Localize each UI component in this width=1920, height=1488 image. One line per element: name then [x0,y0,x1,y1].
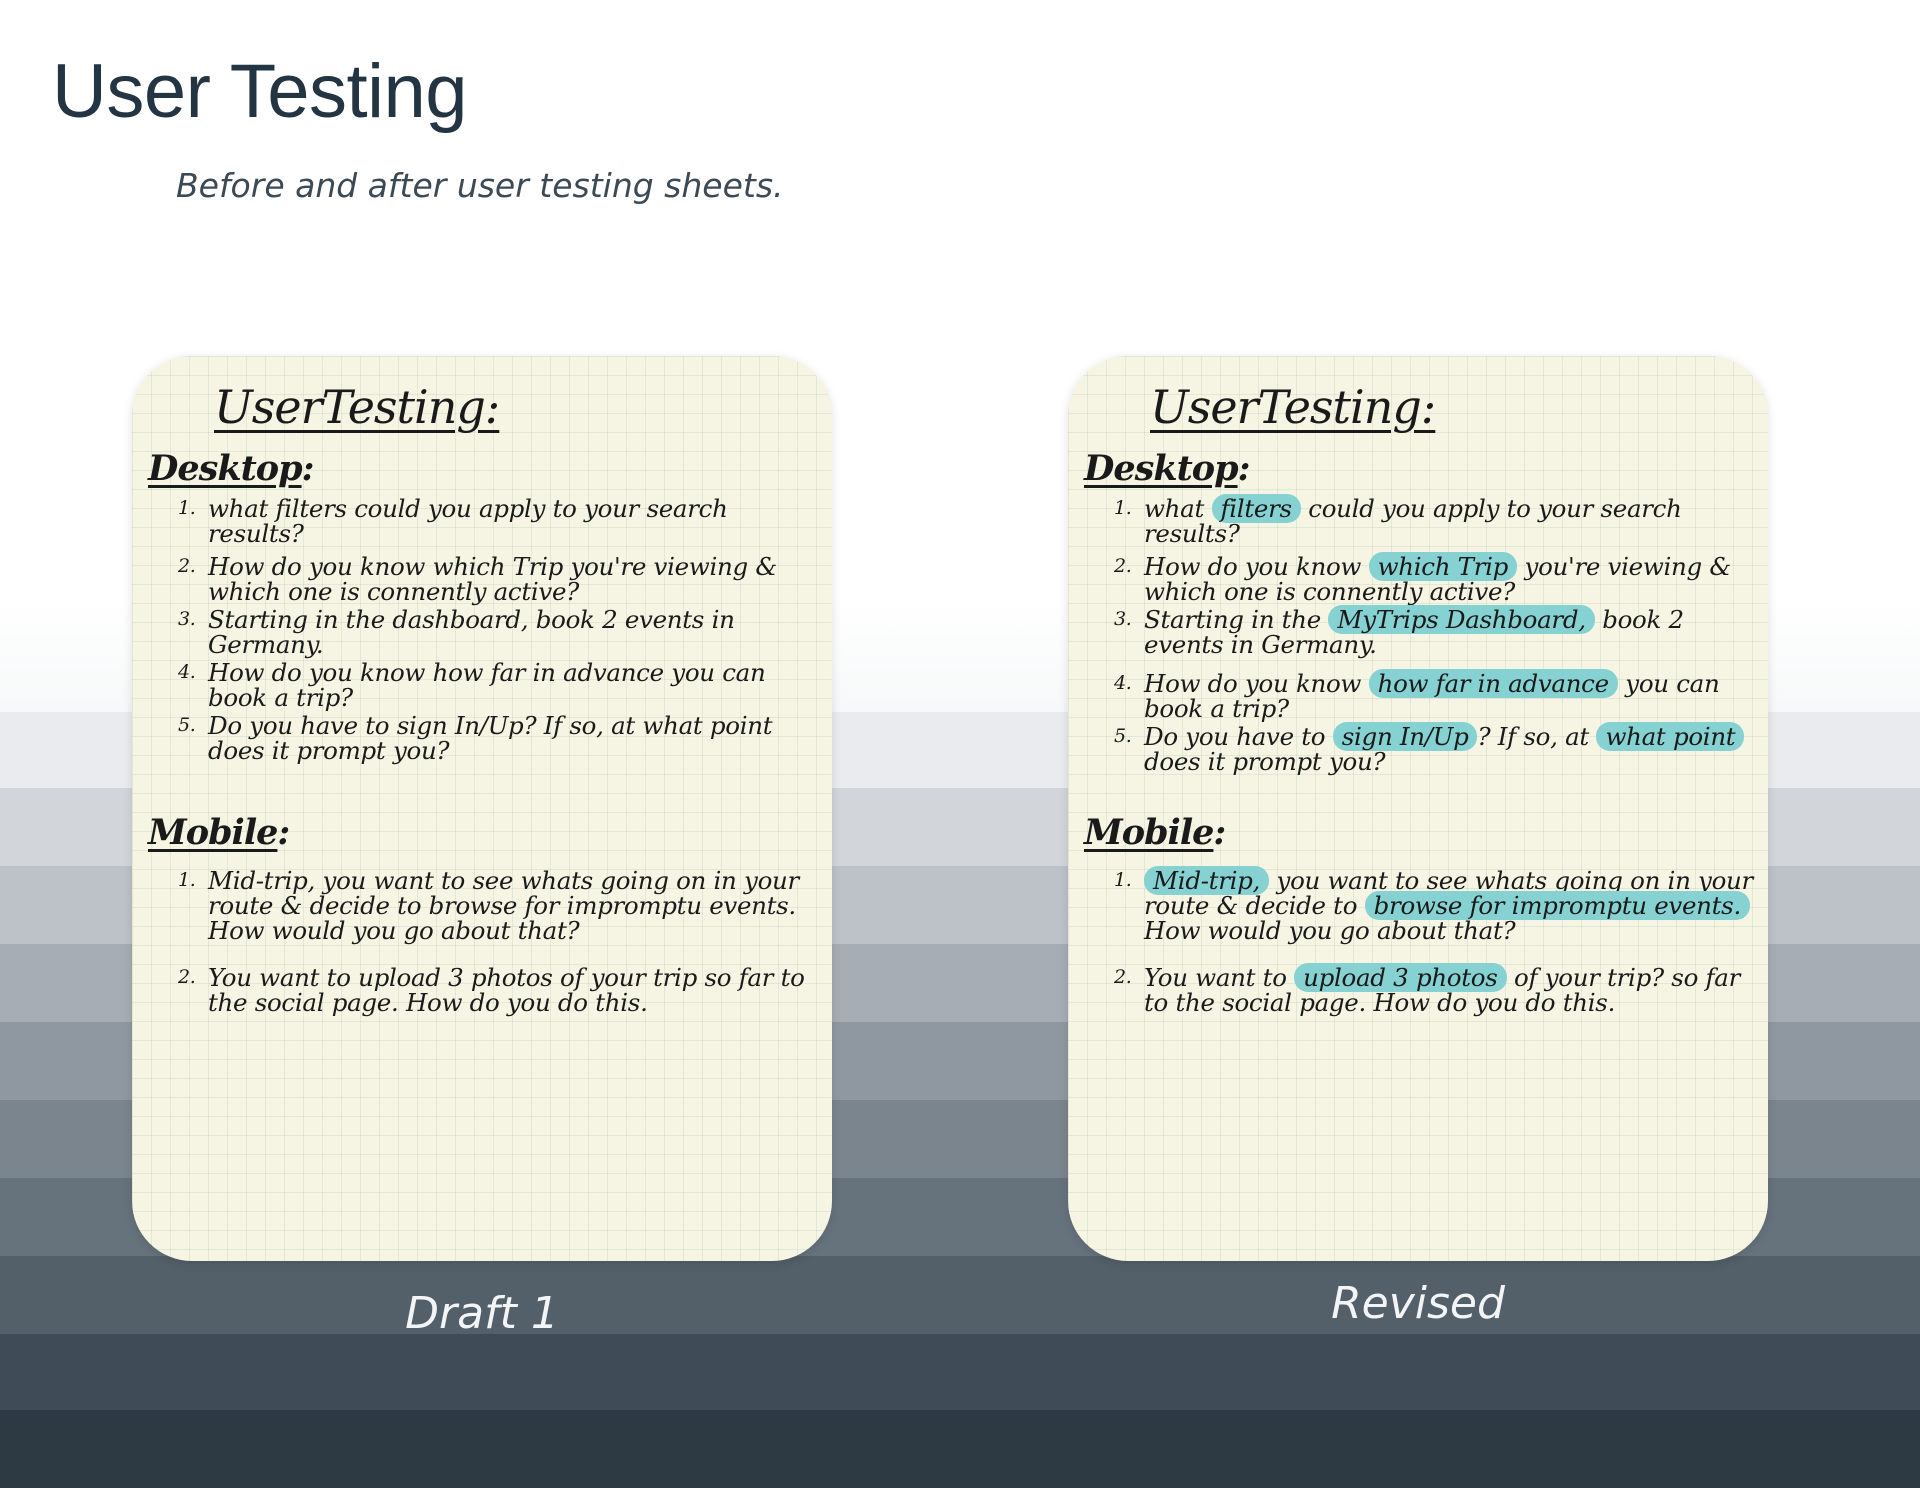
sheet-caption-revised: Revised [1331,1278,1505,1329]
question-text-segment: Starting in the dashboard, book 2 events… [208,605,735,659]
question-number: 2. [178,555,196,577]
highlight-mark: how far in advance [1368,669,1618,698]
question-text: How do you know how far in advance you c… [1144,669,1720,723]
question-text-segment: does it prompt you? [1144,747,1386,776]
page-subtitle: Before and after user testing sheets. [176,166,784,205]
question-number: 3. [178,608,196,630]
sheet-caption-draft: Draft 1 [405,1288,559,1339]
question-number: 1. [178,869,196,891]
question-item: 3. Starting in the MyTrips Dashboard, boo… [1114,605,1762,659]
question-number: 1. [178,497,196,519]
question-number: 5. [1114,725,1132,747]
testing-sheet-revised: UserTesting: Desktop: 1. what filters cou… [1068,356,1768,1261]
question-item: 2. You want to upload 3 photos of your tr… [178,965,826,1015]
background-band [0,1410,1920,1488]
section-heading-mobile: Mobile: [1084,812,1226,853]
section-heading-text: Desktop [148,448,303,489]
question-item: 2. How do you know which Trip you're view… [178,554,826,604]
question-text: How do you know which Trip you're viewin… [1144,552,1731,606]
page-title: User Testing [52,49,468,134]
question-item: 4. How do you know how far in advance you… [1114,669,1762,723]
question-item: 5. Do you have to sign In/Up? If so, at w… [1114,722,1762,776]
question-item: 2. You want to upload 3 photos of your tr… [1114,963,1762,1017]
question-text: Mid-trip, you want to see whats going on… [1144,866,1753,945]
question-text-segment: Do you have to sign In/Up? If so, at wha… [208,711,773,765]
question-text-segment: You want to upload 3 photos of your trip… [208,963,805,1017]
question-number: 1. [1114,869,1132,891]
question-text-segment: How do you know which Trip you're viewin… [208,552,777,606]
question-number: 4. [178,661,196,683]
desktop-question-list: 1. what filters could you apply to your s… [178,496,826,763]
question-text: You want to upload 3 photos of your trip… [1144,963,1740,1017]
desktop-question-list: 1. what filters could you apply to your s… [1114,494,1762,776]
question-text-segment: How do you know how far in advance you c… [208,658,766,712]
mobile-question-list: 1. Mid-trip, you want to see whats going … [1114,866,1762,1017]
question-item: 3. Starting in the dashboard, book 2 even… [178,607,826,657]
question-item: 1. Mid-trip, you want to see whats going … [178,868,826,943]
question-number: 3. [1114,608,1132,630]
question-number: 4. [1114,672,1132,694]
question-text: Do you have to sign In/Up? If so, at wha… [208,711,773,765]
question-item: 1. what filters could you apply to your s… [178,496,826,546]
section-heading-desktop: Desktop: [148,448,314,489]
question-text-segment: what filters could you apply to your sea… [208,494,728,548]
question-item: 2. How do you know which Trip you're view… [1114,552,1762,606]
question-text: You want to upload 3 photos of your trip… [208,963,805,1017]
question-text-segment: ? If so, at [1477,722,1597,751]
sheet-title: UserTesting: [1150,380,1436,434]
question-text: Starting in the MyTrips Dashboard, book … [1144,605,1684,659]
section-heading-desktop: Desktop: [1084,448,1250,489]
question-item: 4. How do you know how far in advance you… [178,660,826,710]
question-text: Starting in the dashboard, book 2 events… [208,605,735,659]
question-number: 1. [1114,497,1132,519]
question-text-segment: How would you go about that? [1144,916,1516,945]
question-item: 1. what filters could you apply to your s… [1114,494,1762,548]
question-text: Do you have to sign In/Up? If so, at wha… [1144,722,1745,776]
sheet-title: UserTesting: [214,380,500,434]
question-number: 2. [178,966,196,988]
section-heading-text: Mobile [1084,812,1214,853]
question-item: 1. Mid-trip, you want to see whats going … [1114,866,1762,945]
question-text-segment: Mid-trip, you want to see whats going on… [208,866,799,945]
question-text: How do you know how far in advance you c… [208,658,766,712]
question-item: 5. Do you have to sign In/Up? If so, at w… [178,713,826,763]
testing-sheet-draft: UserTesting: Desktop: 1. what filters cou… [132,356,832,1261]
highlight-mark: what point [1596,722,1745,751]
question-number: 5. [178,714,196,736]
section-heading-text: Desktop [1084,448,1239,489]
question-text: Mid-trip, you want to see whats going on… [208,866,799,945]
question-number: 2. [1114,555,1132,577]
question-number: 2. [1114,966,1132,988]
question-text: what filters could you apply to your sea… [1144,494,1682,548]
section-heading-mobile: Mobile: [148,812,290,853]
section-heading-text: Mobile [148,812,278,853]
question-text: How do you know which Trip you're viewin… [208,552,777,606]
question-text: what filters could you apply to your sea… [208,494,728,548]
mobile-question-list: 1. Mid-trip, you want to see whats going … [178,868,826,1015]
background-band [0,1334,1920,1410]
